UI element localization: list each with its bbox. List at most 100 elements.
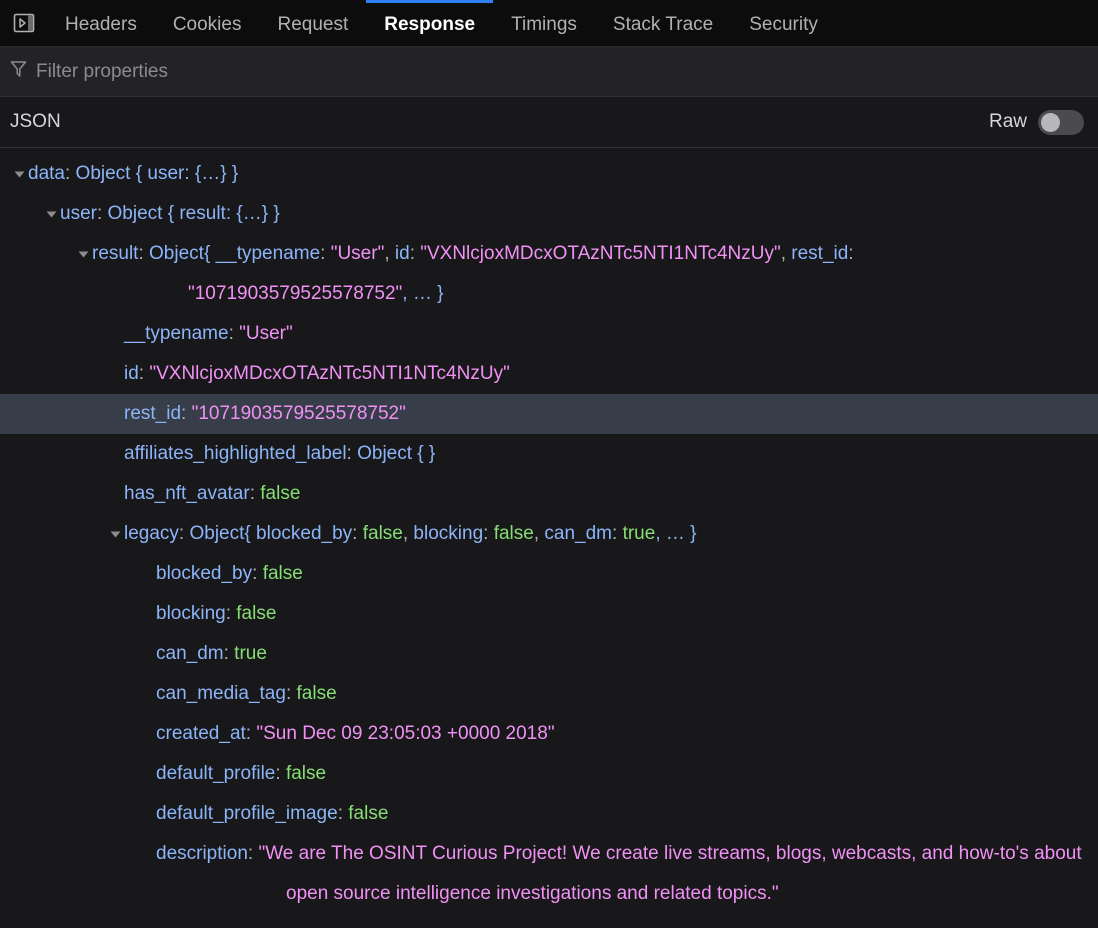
chevron-down-icon[interactable] bbox=[42, 194, 60, 234]
tab-response[interactable]: Response bbox=[366, 0, 494, 46]
tab-label: Request bbox=[277, 13, 349, 35]
property-value: true bbox=[234, 643, 267, 664]
tree-row-content: blocked_by: false bbox=[156, 563, 303, 584]
property-key: legacy bbox=[124, 523, 179, 544]
summary-open-brace: { bbox=[244, 523, 257, 544]
toggle-knob bbox=[1041, 112, 1060, 132]
summary-key: can_dm bbox=[544, 523, 613, 544]
tree-row-affiliates-highlighted-label[interactable]: affiliates_highlighted_label: Object { } bbox=[0, 434, 1098, 474]
expand-panes-icon[interactable] bbox=[0, 0, 47, 46]
devtools-tabbar: Headers Cookies Request Response Timings… bbox=[0, 0, 1098, 47]
raw-toggle-switch[interactable] bbox=[1038, 109, 1084, 135]
property-key: description bbox=[156, 843, 248, 864]
tree-row-has-nft-avatar[interactable]: has_nft_avatar: false bbox=[0, 474, 1098, 514]
property-value: "User" bbox=[239, 323, 293, 344]
summary-open-brace: { bbox=[203, 243, 216, 264]
tree-row-can-dm[interactable]: can_dm: true bbox=[0, 634, 1098, 674]
summary-key: __typename bbox=[215, 243, 321, 264]
summary-value: false bbox=[493, 523, 534, 544]
property-value: false bbox=[348, 803, 389, 824]
tree-row-content: legacy: Object{ blocked_by: false, block… bbox=[124, 523, 697, 544]
tree-row-content: default_profile_image: false bbox=[156, 803, 389, 824]
chevron-down-icon[interactable] bbox=[74, 234, 92, 274]
summary-value: false bbox=[362, 523, 403, 544]
summary-key: rest_id bbox=[791, 243, 849, 264]
property-value: false bbox=[285, 763, 327, 784]
tree-row-result[interactable]: result: Object{ __typename: "User", id: … bbox=[0, 234, 1098, 314]
tab-label: Stack Trace bbox=[612, 13, 714, 35]
filter-bar bbox=[0, 47, 1098, 97]
summary-value: "User" bbox=[330, 243, 385, 264]
tree-row-content: can_dm: true bbox=[156, 643, 267, 664]
property-key: blocked_by bbox=[156, 563, 253, 584]
property-key: __typename bbox=[124, 323, 229, 344]
tree-row-blocked-by[interactable]: blocked_by: false bbox=[0, 554, 1098, 594]
tab-timings[interactable]: Timings bbox=[493, 0, 595, 46]
tab-request[interactable]: Request bbox=[259, 0, 366, 46]
tab-label: Cookies bbox=[172, 13, 242, 35]
value-type: Object bbox=[75, 163, 131, 184]
tree-row-content: __typename: "User" bbox=[124, 323, 293, 344]
property-key: has_nft_avatar bbox=[124, 483, 250, 504]
tree-row-blocking[interactable]: blocking: false bbox=[0, 594, 1098, 634]
tab-label: Timings bbox=[511, 13, 577, 35]
chevron-down-icon[interactable] bbox=[106, 514, 124, 554]
property-key: can_dm bbox=[156, 643, 224, 664]
property-value: "1071903579525578752" bbox=[191, 403, 406, 424]
tab-label: Security bbox=[749, 13, 818, 35]
tree-row-content: rest_id: "1071903579525578752" bbox=[124, 403, 406, 424]
tree-row-rest-id[interactable]: rest_id: "1071903579525578752" bbox=[0, 394, 1098, 434]
funnel-icon bbox=[10, 60, 27, 83]
tree-row-typename[interactable]: __typename: "User" bbox=[0, 314, 1098, 354]
property-key: id bbox=[124, 363, 139, 384]
property-key: affiliates_highlighted_label bbox=[124, 443, 347, 464]
value-type: Object bbox=[107, 203, 163, 224]
property-value: false bbox=[236, 603, 277, 624]
summary-value: "1071903579525578752" bbox=[188, 283, 403, 304]
property-value: Object { } bbox=[357, 443, 436, 464]
tree-row-created-at[interactable]: created_at: "Sun Dec 09 23:05:03 +0000 2… bbox=[0, 714, 1098, 754]
tree-row-data[interactable]: data: Object { user: {…} } bbox=[0, 154, 1098, 194]
tree-row-content: blocking: false bbox=[156, 603, 277, 624]
summary-key: blocked_by bbox=[256, 523, 353, 544]
tree-row-content: default_profile: false bbox=[156, 763, 327, 784]
tree-row-user[interactable]: user: Object { result: {…} } bbox=[0, 194, 1098, 234]
tree-row-id[interactable]: id: "VXNlcjoxMDcxOTAzNTc5NTI1NTc4NzUy" bbox=[0, 354, 1098, 394]
tab-label: Response bbox=[384, 13, 476, 35]
tree-row-default-profile-image[interactable]: default_profile_image: false bbox=[0, 794, 1098, 834]
property-value: "VXNlcjoxMDcxOTAzNTc5NTI1NTc4NzUy" bbox=[149, 363, 510, 384]
property-value: "We are The OSINT Curious Project! We cr… bbox=[258, 843, 1087, 904]
property-key: default_profile bbox=[156, 763, 276, 784]
property-key: user bbox=[60, 203, 97, 224]
property-value: false bbox=[260, 483, 301, 504]
tab-security[interactable]: Security bbox=[731, 0, 836, 46]
tab-stack-trace[interactable]: Stack Trace bbox=[595, 0, 731, 46]
tab-label: Headers bbox=[65, 13, 137, 35]
property-value: "Sun Dec 09 23:05:03 +0000 2018" bbox=[256, 723, 555, 744]
tree-row-content: can_media_tag: false bbox=[156, 683, 337, 704]
tab-cookies[interactable]: Cookies bbox=[155, 0, 260, 46]
property-key: rest_id bbox=[124, 403, 182, 424]
tree-row-content: created_at: "Sun Dec 09 23:05:03 +0000 2… bbox=[156, 723, 555, 744]
summary-value: true bbox=[622, 523, 656, 544]
tree-row-default-profile[interactable]: default_profile: false bbox=[0, 754, 1098, 794]
tree-row-content: has_nft_avatar: false bbox=[124, 483, 301, 504]
filter-input[interactable] bbox=[36, 60, 1088, 83]
value-summary: { user: {…} } bbox=[135, 163, 239, 184]
tree-row-content: data: Object { user: {…} } bbox=[28, 163, 239, 184]
tree-row-legacy[interactable]: legacy: Object{ blocked_by: false, block… bbox=[0, 514, 1098, 554]
summary-key: blocking bbox=[413, 523, 484, 544]
summary-tail: , … } bbox=[655, 523, 697, 544]
tab-headers[interactable]: Headers bbox=[47, 0, 155, 46]
tree-row-description[interactable]: description: "We are The OSINT Curious P… bbox=[0, 834, 1098, 914]
property-key: blocking bbox=[156, 603, 226, 624]
tree-row-can-media-tag[interactable]: can_media_tag: false bbox=[0, 674, 1098, 714]
property-value: false bbox=[262, 563, 303, 584]
tree-row-content: user: Object { result: {…} } bbox=[60, 203, 280, 224]
value-type: Object bbox=[149, 243, 204, 264]
summary-tail: , … } bbox=[402, 283, 444, 304]
tree-row-content: description: "We are The OSINT Curious P… bbox=[156, 843, 1087, 904]
property-key: default_profile_image bbox=[156, 803, 338, 824]
summary-value: "VXNlcjoxMDcxOTAzNTc5NTI1NTc4NzUy" bbox=[420, 243, 781, 264]
chevron-down-icon[interactable] bbox=[10, 154, 28, 194]
